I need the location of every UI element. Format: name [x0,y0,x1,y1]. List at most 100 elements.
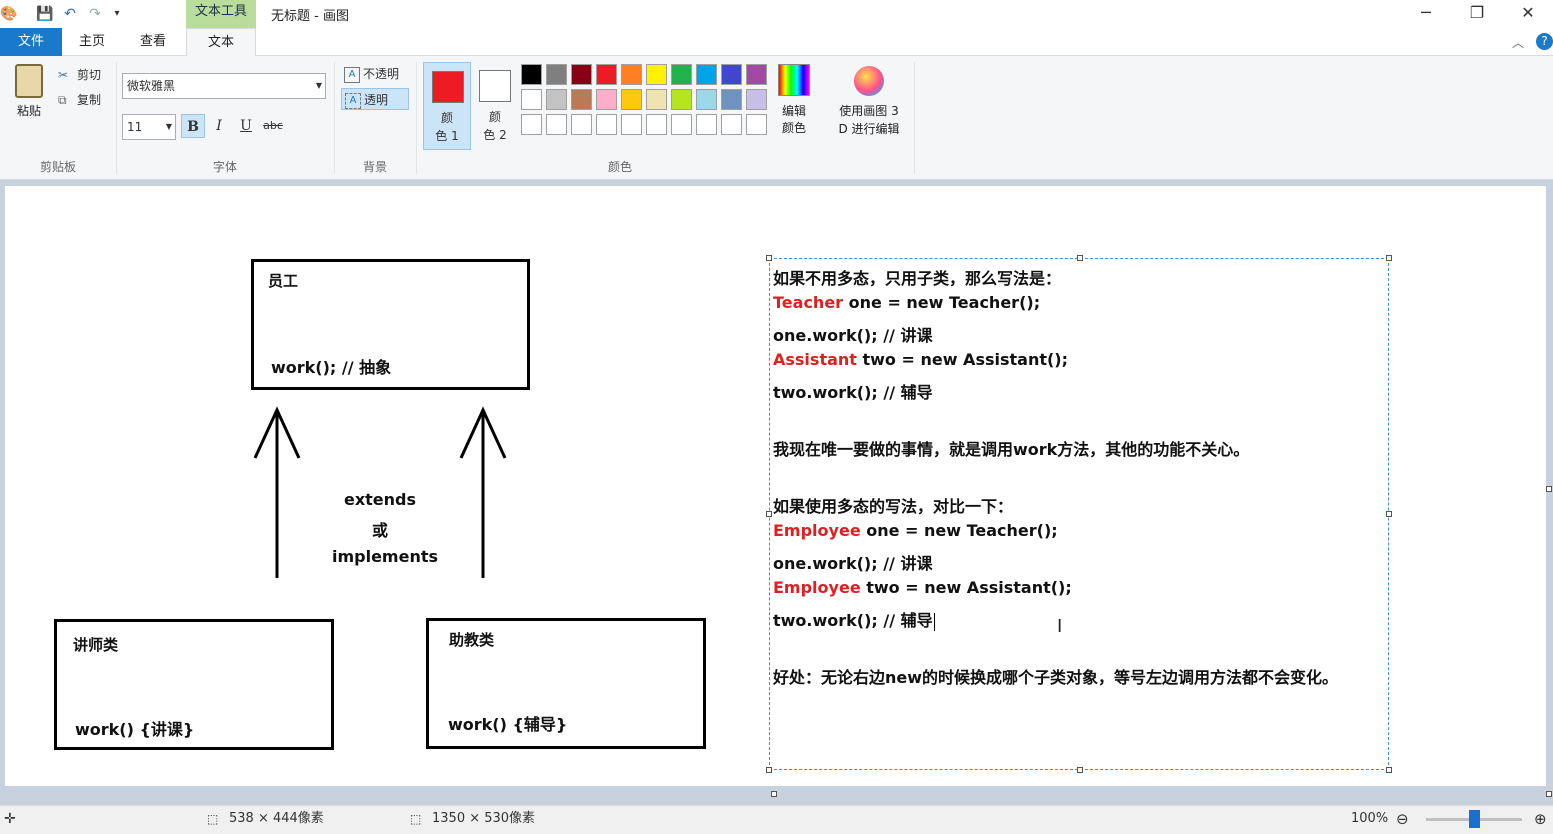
close-button[interactable]: ✕ [1505,2,1551,26]
palette-swatch[interactable] [746,114,767,135]
tab-text[interactable]: 文本 [186,28,256,57]
tab-home[interactable]: 主页 [62,28,122,56]
font-family-value: 微软雅黑 [127,79,176,93]
code-text: two = new Assistant(); [860,578,1072,597]
text-caret [933,612,935,631]
paint3d-label-2: D 进行编辑 [838,122,900,136]
resize-handle[interactable] [1077,767,1083,773]
resize-handle[interactable] [766,255,772,261]
status-bar: ✛ ⬚ 538 × 444像素 ⬚ 1350 × 530像素 100% ⊖ ⊕ [0,805,1553,833]
underline-button[interactable]: U [234,114,258,138]
palette-swatch[interactable] [721,89,742,110]
text-transparent-icon: A [345,92,361,109]
edit-colors-label-a: 编辑 [781,104,806,118]
zoom-out-button[interactable]: ⊖ [1396,806,1409,834]
resize-handle[interactable] [1386,767,1392,773]
palette-swatch[interactable] [696,89,717,110]
customize-quick-access-icon[interactable]: ▾ [108,5,126,23]
collapse-ribbon-icon[interactable]: ︿ [1512,34,1524,51]
palette-swatch[interactable] [571,89,592,110]
title-bar: 🎨 💾 ↶ ↷ ▾ 文本工具 无标题 - 画图 ─ ❐ ✕ [0,0,1553,28]
font-family-select[interactable]: 微软雅黑 ▼ [122,73,326,99]
save-icon[interactable]: 💾 [36,5,54,23]
employee-class-box: 员工 work(); // 抽象 [251,259,530,390]
chevron-down-icon: ▼ [315,81,322,90]
or-label: 或 [371,521,388,540]
resize-handle[interactable] [1386,511,1392,517]
palette-swatch[interactable] [746,64,767,85]
edit-colors-button[interactable]: 编辑 颜色 [774,64,814,152]
zoom-in-button[interactable]: ⊕ [1534,806,1547,834]
palette-swatch[interactable] [521,64,542,85]
canvas-size: 1350 × 530像素 [432,811,536,826]
tab-file[interactable]: 文件 [0,28,62,56]
code-text: two = new Assistant(); [856,350,1068,369]
palette-swatch[interactable] [696,64,717,85]
separator [914,62,915,174]
drawing-canvas[interactable]: 员工 work(); // 抽象 extends 或 implements 讲师… [5,186,1546,786]
palette-swatch[interactable] [646,64,667,85]
cut-button[interactable]: ✂ 剪切 [58,66,101,84]
text-line-4: Assistant two = new Assistant(); [773,350,1068,369]
palette-swatch[interactable] [671,64,692,85]
palette-swatch[interactable] [596,114,617,135]
color1-label-a: 颜 [440,111,453,125]
palette-swatch[interactable] [596,64,617,85]
help-icon[interactable]: ? [1536,33,1553,50]
palette-swatch[interactable] [546,114,567,135]
palette-swatch[interactable] [571,114,592,135]
palette-swatch[interactable] [621,64,642,85]
palette-swatch[interactable] [646,89,667,110]
resize-handle[interactable] [1386,255,1392,261]
teacher-class-title: 讲师类 [73,636,119,654]
restore-button[interactable]: ❐ [1454,2,1500,26]
palette-swatch[interactable] [621,89,642,110]
color2-swatch [479,70,511,102]
undo-icon[interactable]: ↶ [61,5,79,23]
copy-button[interactable]: ⧉ 复制 [58,91,101,109]
zoom-slider-thumb[interactable] [1469,810,1480,828]
palette-swatch[interactable] [671,114,692,135]
scissors-icon: ✂ [58,67,69,82]
tab-view[interactable]: 查看 [122,28,184,56]
edit-with-paint3d-button[interactable]: 使用画图 3 D 进行编辑 [828,64,910,152]
teacher-class-box: 讲师类 work() {讲课} [54,619,334,750]
canvas-resize-handle[interactable] [1546,486,1552,492]
paint-app-icon[interactable]: 🎨 [0,5,18,23]
bold-button[interactable]: B [181,114,205,138]
palette-swatch[interactable] [546,89,567,110]
palette-swatch[interactable] [521,114,542,135]
opaque-option[interactable]: A 不透明 [341,63,409,85]
font-size-value: 11 [127,120,143,134]
colors-group-label: 颜色 [607,160,632,174]
type-keyword: Teacher [773,293,844,312]
palette-swatch[interactable] [621,114,642,135]
palette-swatch[interactable] [696,114,717,135]
palette-swatch[interactable] [721,114,742,135]
zoom-level: 100% [1351,811,1389,826]
paste-button[interactable]: 粘贴 [10,64,48,124]
palette-swatch[interactable] [521,89,542,110]
redo-icon[interactable]: ↷ [86,5,104,23]
transparent-option[interactable]: A 透明 [341,88,409,110]
text-line-9: one.work(); // 讲课 [773,554,933,573]
resize-handle[interactable] [766,511,772,517]
palette-swatch[interactable] [746,89,767,110]
canvas-resize-handle[interactable] [1546,791,1552,797]
palette-swatch[interactable] [596,89,617,110]
color1-button[interactable]: 颜色 1 [423,62,471,150]
color2-button[interactable]: 颜色 2 [471,62,519,150]
palette-swatch[interactable] [721,64,742,85]
palette-swatch[interactable] [671,89,692,110]
canvas-resize-handle[interactable] [771,791,777,797]
resize-handle[interactable] [766,767,772,773]
minimize-button[interactable]: ─ [1403,2,1449,26]
clipboard-icon [15,64,43,98]
palette-swatch[interactable] [546,64,567,85]
italic-button[interactable]: I [207,114,231,138]
font-size-select[interactable]: 11 ▼ [122,114,176,140]
strikethrough-button[interactable]: abc [261,114,285,138]
palette-swatch[interactable] [571,64,592,85]
palette-swatch[interactable] [646,114,667,135]
resize-handle[interactable] [1077,255,1083,261]
